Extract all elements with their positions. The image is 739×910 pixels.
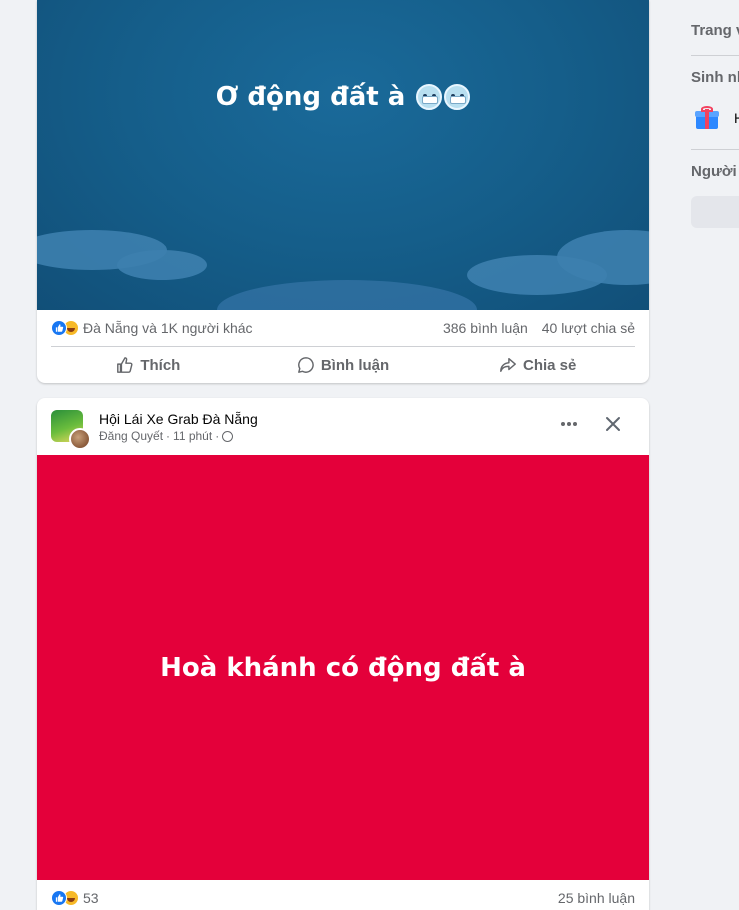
sidebar-section-pages[interactable]: Trang v	[691, 22, 739, 39]
post-background[interactable]: Hoà khánh có động đất à	[37, 455, 649, 880]
share-button[interactable]: Chia sẻ	[440, 349, 635, 381]
reactions-summary[interactable]: Đà Nẵng và 1K người khác	[51, 320, 253, 336]
post-meta: Đăng Quyết · 11 phút ·	[99, 428, 258, 444]
like-reaction-icon	[51, 890, 67, 906]
gift-icon	[695, 106, 719, 130]
close-icon	[606, 417, 620, 431]
hide-post-button[interactable]	[597, 410, 629, 438]
post-stats: Đà Nẵng và 1K người khác 386 bình luận 4…	[37, 310, 649, 346]
group-name-link[interactable]: Hội Lái Xe Grab Đà Nẵng	[99, 410, 258, 428]
birthday-text[interactable]: H	[734, 110, 739, 126]
post-text: Ơ động đất à	[37, 82, 649, 112]
post-card: Ơ động đất à Đà Nẵng và 1K người khác 38…	[37, 0, 649, 383]
post-stats: 53 25 bình luận	[37, 880, 649, 910]
reactions-text: Đà Nẵng và 1K người khác	[83, 320, 253, 336]
more-icon	[561, 422, 577, 426]
comment-button[interactable]: Bình luận	[246, 349, 441, 381]
like-button[interactable]: Thích	[51, 349, 246, 381]
separator: ·	[166, 429, 171, 443]
post-text: Hoà khánh có động đất à	[160, 652, 526, 683]
sidebar-button[interactable]	[691, 196, 739, 228]
post-card: Hội Lái Xe Grab Đà Nẵng Đăng Quyết · 11 …	[37, 398, 649, 910]
like-reaction-icon	[51, 320, 67, 336]
post-time-link[interactable]: 11 phút	[173, 428, 212, 444]
post-background[interactable]: Ơ động đất à	[37, 0, 649, 310]
comments-count[interactable]: 25 bình luận	[558, 890, 635, 906]
more-options-button[interactable]	[553, 410, 585, 438]
like-label: Thích	[140, 356, 181, 374]
separator: ·	[215, 429, 220, 443]
cold-face-emoji-1	[416, 84, 443, 110]
globe-icon	[222, 430, 234, 442]
thumbs-up-icon	[117, 357, 133, 373]
divider	[691, 149, 739, 150]
news-feed: Ơ động đất à Đà Nẵng và 1K người khác 38…	[37, 0, 649, 910]
post-actions: Thích Bình luận Chia sẻ	[37, 347, 649, 383]
divider	[691, 55, 739, 56]
comments-count[interactable]: 386 bình luận	[443, 320, 528, 336]
comment-icon	[297, 357, 314, 373]
author-profile-picture[interactable]	[69, 428, 91, 450]
sidebar-section-birthdays: Sinh nh	[691, 69, 739, 86]
group-avatar[interactable]	[51, 410, 91, 450]
post-header: Hội Lái Xe Grab Đà Nẵng Đăng Quyết · 11 …	[37, 398, 649, 455]
reaction-count: 53	[83, 890, 99, 906]
author-name-link[interactable]: Đăng Quyết	[99, 428, 163, 444]
shares-count[interactable]: 40 lượt chia sẻ	[542, 320, 635, 336]
reactions-summary[interactable]: 53	[51, 890, 99, 906]
sidebar-section-contacts: Người	[691, 163, 737, 180]
comment-label: Bình luận	[320, 356, 390, 374]
share-icon	[500, 357, 516, 373]
cold-face-emoji-2	[444, 84, 471, 110]
share-label: Chia sẻ	[523, 356, 577, 374]
